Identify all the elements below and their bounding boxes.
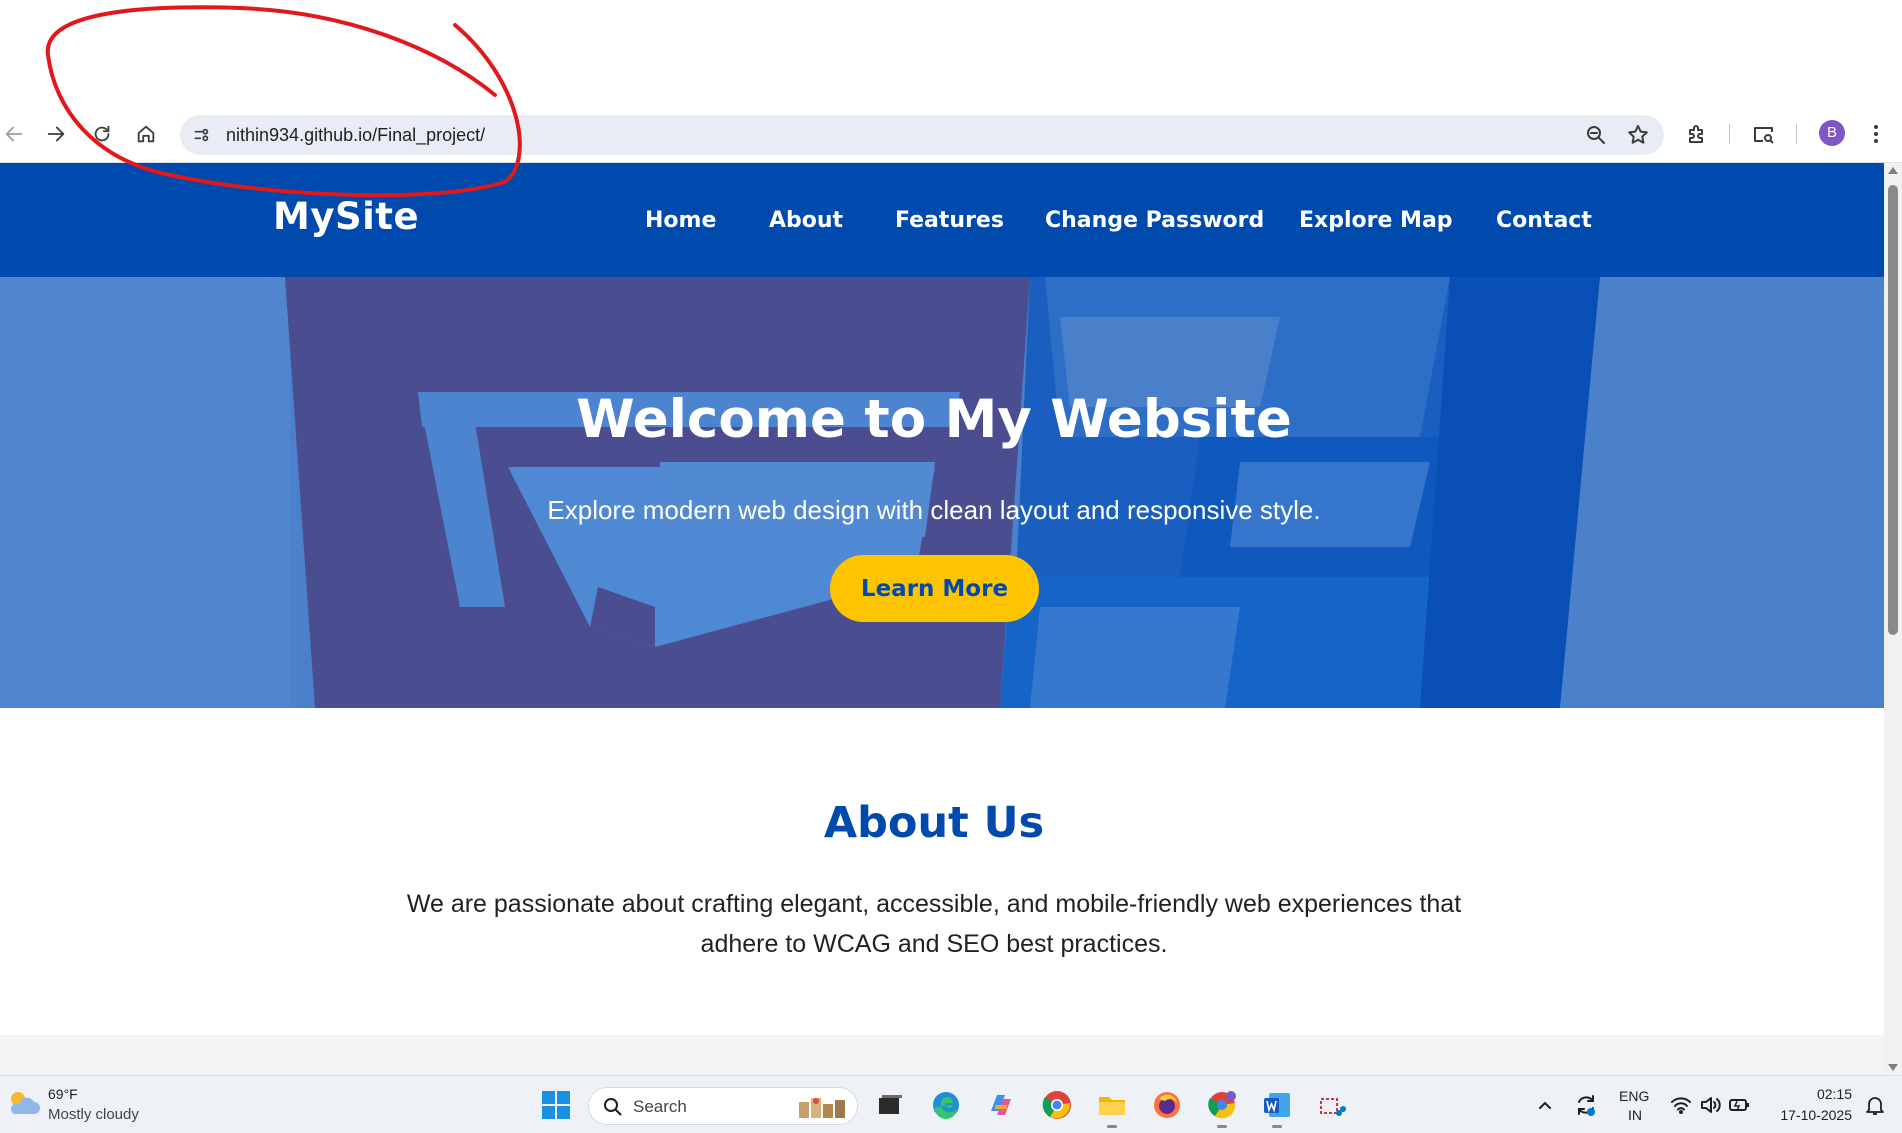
chrome-icon[interactable] <box>1040 1089 1074 1121</box>
windows-start-icon[interactable] <box>541 1090 571 1120</box>
nav-link-contact[interactable]: Contact <box>1496 208 1592 233</box>
windows-taskbar: 69°F Mostly cloudy Search ENG IN 02:15 1… <box>0 1075 1902 1133</box>
extensions-icon[interactable] <box>1685 122 1709 146</box>
sync-icon[interactable] <box>1573 1092 1599 1118</box>
site-header: MySite Home About Features Change Passwo… <box>0 163 1884 277</box>
hero-title: Welcome to My Website <box>576 389 1292 450</box>
chevron-up-icon[interactable] <box>1536 1096 1554 1114</box>
site-logo[interactable]: MySite <box>273 195 419 238</box>
page-viewport: MySite Home About Features Change Passwo… <box>0 163 1884 1075</box>
clock-time[interactable]: 02:15 <box>1778 1086 1852 1102</box>
hero-background-image <box>0 277 1884 708</box>
task-view-icon[interactable] <box>872 1089 906 1121</box>
forward-arrow-icon[interactable] <box>42 120 70 148</box>
about-text: We are passionate about crafting elegant… <box>406 890 1462 958</box>
clock-date[interactable]: 17-10-2025 <box>1764 1107 1852 1123</box>
site-info-icon[interactable] <box>190 123 214 147</box>
profile-avatar[interactable]: B <box>1819 120 1845 146</box>
search-placeholder: Search <box>633 1097 687 1116</box>
notification-bell-icon[interactable] <box>1864 1094 1886 1116</box>
home-icon[interactable] <box>132 120 160 148</box>
address-bar[interactable]: nithin934.github.io/Final_project/ <box>180 115 1664 155</box>
taskbar-search-box[interactable]: Search <box>588 1087 858 1125</box>
scroll-up-arrow-icon[interactable] <box>1888 167 1898 174</box>
reload-icon[interactable] <box>88 120 116 148</box>
browser-chrome: nithin934.github.io/Final_project/ B <box>0 0 1902 163</box>
more-menu-icon[interactable] <box>1864 122 1888 146</box>
firefox-icon[interactable] <box>1150 1089 1184 1121</box>
copilot-icon[interactable] <box>984 1089 1018 1121</box>
scroll-thumb[interactable] <box>1888 185 1898 635</box>
running-indicator <box>1217 1125 1227 1128</box>
word-icon[interactable] <box>1260 1089 1294 1128</box>
page-scrollbar[interactable] <box>1884 163 1902 1075</box>
search-icon <box>604 1098 622 1116</box>
volume-icon[interactable] <box>1699 1095 1721 1115</box>
toolbar-divider <box>1729 124 1730 144</box>
snipping-tool-icon[interactable] <box>1315 1089 1349 1121</box>
nav-link-explore-map[interactable]: Explore Map <box>1299 208 1453 233</box>
tab-search-icon[interactable] <box>1752 122 1776 146</box>
running-indicator <box>1107 1125 1117 1128</box>
zoom-out-icon[interactable] <box>1584 123 1608 147</box>
file-explorer-icon[interactable] <box>1095 1089 1129 1128</box>
nav-link-change-password[interactable]: Change Password <box>1045 208 1264 233</box>
weather-condition[interactable]: Mostly cloudy <box>48 1106 139 1123</box>
battery-icon[interactable] <box>1728 1096 1750 1114</box>
chrome-profile-icon[interactable] <box>1205 1089 1239 1128</box>
running-indicator <box>1272 1125 1282 1128</box>
language-indicator[interactable]: ENG <box>1619 1088 1649 1104</box>
toolbar-divider <box>1796 124 1797 144</box>
nav-link-home[interactable]: Home <box>645 208 716 233</box>
weather-cloudy-icon[interactable] <box>6 1088 40 1118</box>
nav-link-features[interactable]: Features <box>895 208 1004 233</box>
back-arrow-icon[interactable] <box>0 120 28 148</box>
hero-section: Welcome to My Website Explore modern web… <box>0 277 1884 708</box>
learn-more-button[interactable]: Learn More <box>830 555 1039 622</box>
nav-link-about[interactable]: About <box>769 208 843 233</box>
weather-temperature[interactable]: 69°F <box>48 1086 78 1102</box>
hero-subtitle: Explore modern web design with clean lay… <box>547 495 1321 525</box>
region-indicator[interactable]: IN <box>1628 1107 1642 1123</box>
next-section <box>0 1035 1884 1075</box>
edge-icon[interactable] <box>929 1089 963 1121</box>
about-section: About Us We are passionate about craftin… <box>0 708 1884 1035</box>
wifi-icon[interactable] <box>1670 1096 1692 1114</box>
scroll-down-arrow-icon[interactable] <box>1888 1064 1898 1071</box>
search-highlight-image <box>799 1098 845 1118</box>
bookmark-star-icon[interactable] <box>1626 123 1650 147</box>
about-title: About Us <box>823 798 1045 848</box>
browser-toolbar: nithin934.github.io/Final_project/ B <box>0 108 1902 160</box>
url-text[interactable]: nithin934.github.io/Final_project/ <box>226 125 485 146</box>
